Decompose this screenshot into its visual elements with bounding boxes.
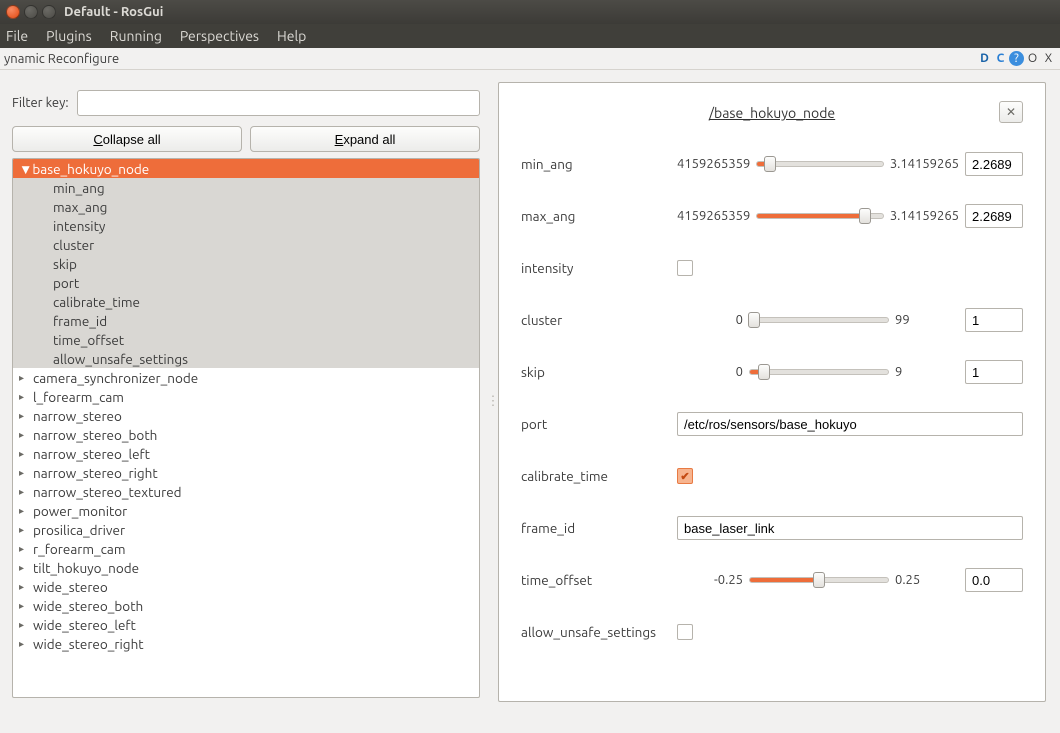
node-tree[interactable]: ▼ base_hokuyo_nodemin_angmax_angintensit… [12,158,480,698]
allow-unsafe-checkbox[interactable] [677,624,693,640]
param-intensity: intensity [521,255,1023,281]
tree-node[interactable]: ▸ narrow_stereo_left [13,444,479,463]
tree-leaf[interactable]: calibrate_time [13,292,479,311]
menu-help[interactable]: Help [277,28,306,44]
skip-input[interactable] [965,360,1023,384]
tree-leaf[interactable]: cluster [13,235,479,254]
collapse-all-button[interactable]: Collapse all [12,126,242,152]
close-icon[interactable] [6,5,20,19]
filter-label: Filter key: [12,96,69,110]
min-ang-slider[interactable] [756,161,883,167]
window-controls [6,5,56,19]
param-skip: skip 0 9 [521,359,1023,385]
tree-leaf[interactable]: time_offset [13,330,479,349]
tree-node[interactable]: ▸ power_monitor [13,501,479,520]
tree-node[interactable]: ▸ wide_stereo_both [13,596,479,615]
dock-icon-d[interactable]: D [977,51,992,66]
dock-icon-help[interactable]: ? [1009,51,1024,66]
dock-title: ynamic Reconfigure [4,52,977,66]
max-ang-slider[interactable] [756,213,883,219]
param-min-ang: min_ang 4159265359 3.14159265 [521,151,1023,177]
param-time-offset: time_offset -0.25 0.25 [521,567,1023,593]
param-calibrate-time: calibrate_time [521,463,1023,489]
time-offset-input[interactable] [965,568,1023,592]
menu-plugins[interactable]: Plugins [46,28,92,44]
tree-node[interactable]: ▸ r_forearm_cam [13,539,479,558]
param-allow-unsafe: allow_unsafe_settings [521,619,1023,645]
param-max-ang: max_ang 4159265359 3.14159265 [521,203,1023,229]
tree-node[interactable]: ▸ camera_synchronizer_node [13,368,479,387]
max-ang-input[interactable] [965,204,1023,228]
dock-header: ynamic Reconfigure D C ? O X [0,48,1060,70]
tree-node[interactable]: ▸ narrow_stereo_right [13,463,479,482]
dock-icon-refresh[interactable]: C [993,51,1008,66]
tree-node[interactable]: ▸ narrow_stereo [13,406,479,425]
skip-slider[interactable] [749,369,889,375]
expand-all-button[interactable]: Expand all [250,126,480,152]
window-title: Default - RosGui [64,5,163,19]
minimize-icon[interactable] [24,5,38,19]
tree-leaf[interactable]: intensity [13,216,479,235]
tree-node[interactable]: ▸ l_forearm_cam [13,387,479,406]
tree-node[interactable]: ▸ wide_stereo_right [13,634,479,653]
filter-input[interactable] [77,90,480,116]
tree-leaf[interactable]: allow_unsafe_settings [13,349,479,368]
tree-node[interactable]: ▸ narrow_stereo_textured [13,482,479,501]
tree-leaf[interactable]: min_ang [13,178,479,197]
menu-bar: File Plugins Running Perspectives Help [0,24,1060,48]
menu-perspectives[interactable]: Perspectives [180,28,259,44]
maximize-icon[interactable] [42,5,56,19]
tree-leaf[interactable]: skip [13,254,479,273]
cluster-slider[interactable] [749,317,889,323]
min-ang-input[interactable] [965,152,1023,176]
port-input[interactable] [677,412,1023,436]
calibrate-time-checkbox[interactable] [677,468,693,484]
tree-node[interactable]: ▸ tilt_hokuyo_node [13,558,479,577]
time-offset-slider[interactable] [749,577,889,583]
menu-running[interactable]: Running [110,28,162,44]
tree-node[interactable]: ▸ wide_stereo_left [13,615,479,634]
tree-node[interactable]: ▸ narrow_stereo_both [13,425,479,444]
dock-icon-close[interactable]: X [1041,51,1056,66]
title-bar: Default - RosGui [0,0,1060,24]
frame-id-input[interactable] [677,516,1023,540]
param-cluster: cluster 0 99 [521,307,1023,333]
splitter[interactable]: ⋮ [488,70,498,733]
param-port: port [521,411,1023,437]
right-panel: /base_hokuyo_node ✕ min_ang 4159265359 3… [498,82,1046,721]
tree-leaf[interactable]: port [13,273,479,292]
left-panel: Filter key: Collapse all Expand all ▼ ba… [12,82,480,721]
cluster-input[interactable] [965,308,1023,332]
tree-leaf[interactable]: frame_id [13,311,479,330]
param-frame-id: frame_id [521,515,1023,541]
tree-leaf[interactable]: max_ang [13,197,479,216]
tree-node[interactable]: ▸ prosilica_driver [13,520,479,539]
node-close-button[interactable]: ✕ [999,101,1023,123]
menu-file[interactable]: File [6,28,28,44]
intensity-checkbox[interactable] [677,260,693,276]
node-title: /base_hokuyo_node [709,105,835,121]
tree-node-selected[interactable]: ▼ base_hokuyo_node [13,159,479,178]
tree-node[interactable]: ▸ wide_stereo [13,577,479,596]
dock-icon-settings[interactable]: O [1025,51,1040,66]
